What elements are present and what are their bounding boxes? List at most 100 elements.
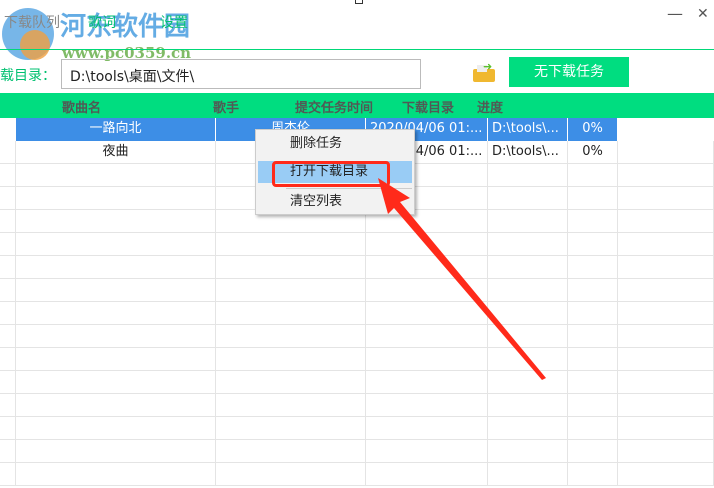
- table-cell-song: [16, 279, 216, 302]
- table-cell-singer: [216, 279, 366, 302]
- table-cell-singer: [216, 325, 366, 348]
- table-cell-singer: [216, 256, 366, 279]
- table-cell: [618, 164, 714, 187]
- table-cell-progress: [568, 440, 618, 463]
- table-cell: [0, 325, 16, 348]
- table-cell: [618, 302, 714, 325]
- table-cell: [0, 118, 16, 141]
- table-row[interactable]: [0, 256, 714, 279]
- table-cell-song: [16, 233, 216, 256]
- table-cell: [0, 279, 16, 302]
- table-cell-progress: [568, 394, 618, 417]
- table-cell: [618, 325, 714, 348]
- table-cell: [0, 256, 16, 279]
- table-row[interactable]: [0, 440, 714, 463]
- minimize-button[interactable]: —: [667, 4, 683, 23]
- table-cell: [618, 210, 714, 233]
- table-row[interactable]: [0, 371, 714, 394]
- table-cell-dir: [488, 440, 568, 463]
- table-cell-progress: [568, 463, 618, 486]
- table-cell: [618, 348, 714, 371]
- table-row[interactable]: [0, 417, 714, 440]
- table-row[interactable]: [0, 463, 714, 486]
- tab-download-queue[interactable]: 下载队列: [4, 12, 60, 32]
- table-cell-progress: 0%: [568, 141, 618, 164]
- table-cell: [618, 463, 714, 486]
- watermark-logo-accent: [20, 30, 50, 60]
- col-dir[interactable]: 下载目录: [402, 97, 454, 116]
- table-cell-singer: [216, 302, 366, 325]
- table-cell-song: [16, 210, 216, 233]
- table-cell-song: [16, 371, 216, 394]
- table-cell: [0, 440, 16, 463]
- table-cell: [0, 463, 16, 486]
- status-button[interactable]: 无下载任务: [509, 57, 629, 87]
- dir-input[interactable]: D:\tools\桌面\文件\: [61, 59, 421, 89]
- table-cell-progress: [568, 233, 618, 256]
- table-cell-progress: [568, 348, 618, 371]
- table-cell: [0, 141, 16, 164]
- table-cell-song: 一路向北: [16, 118, 216, 141]
- col-progress[interactable]: 进度: [477, 97, 503, 116]
- tab-lyrics[interactable]: 歌词: [88, 12, 116, 32]
- table-cell-song: [16, 187, 216, 210]
- table-cell: [0, 371, 16, 394]
- table-header: 歌曲名 歌手 提交任务时间 下载目录 进度: [0, 93, 714, 118]
- table-cell-progress: [568, 187, 618, 210]
- table-cell-dir: [488, 394, 568, 417]
- divider: [0, 49, 714, 50]
- table-cell-song: [16, 348, 216, 371]
- table-cell-dir: D:\tools\...: [488, 141, 568, 164]
- table-row[interactable]: [0, 302, 714, 325]
- table-row[interactable]: [0, 233, 714, 256]
- table-cell-progress: [568, 417, 618, 440]
- table-cell-progress: [568, 279, 618, 302]
- table-cell: [618, 371, 714, 394]
- table-cell: [618, 233, 714, 256]
- table-row[interactable]: [0, 325, 714, 348]
- tab-settings[interactable]: 设置: [160, 12, 188, 32]
- table-cell: [0, 187, 16, 210]
- table-cell-time: [366, 394, 488, 417]
- restore-icon[interactable]: [355, 0, 363, 4]
- col-time[interactable]: 提交任务时间: [295, 97, 373, 116]
- table-cell-progress: [568, 371, 618, 394]
- table-row[interactable]: [0, 394, 714, 417]
- menu-delete-task[interactable]: 删除任务: [258, 133, 412, 155]
- table-cell: [0, 233, 16, 256]
- table-cell-time: [366, 440, 488, 463]
- table-cell: [618, 187, 714, 210]
- arrow-annotation-icon: [378, 178, 546, 380]
- table-row[interactable]: [0, 348, 714, 371]
- table-cell: [0, 164, 16, 187]
- table-cell-singer: [216, 233, 366, 256]
- open-folder-icon[interactable]: ➜: [473, 60, 495, 82]
- col-song[interactable]: 歌曲名: [62, 97, 101, 116]
- table-cell-singer: [216, 371, 366, 394]
- table-cell: [618, 118, 714, 141]
- table-cell-song: [16, 164, 216, 187]
- table-cell: [0, 302, 16, 325]
- dir-label: 下载目录：: [0, 68, 56, 84]
- table-cell-progress: [568, 256, 618, 279]
- table-cell-song: 夜曲: [16, 141, 216, 164]
- table-cell-progress: [568, 210, 618, 233]
- table-cell-dir: [488, 463, 568, 486]
- table-cell-song: [16, 256, 216, 279]
- close-button[interactable]: ✕: [697, 6, 709, 22]
- table-cell: [0, 348, 16, 371]
- table-cell-singer: [216, 417, 366, 440]
- table-cell-dir: D:\tools\...: [488, 118, 568, 141]
- col-singer[interactable]: 歌手: [213, 97, 239, 116]
- table-cell: [618, 440, 714, 463]
- table-cell-singer: [216, 348, 366, 371]
- table-cell-time: [366, 417, 488, 440]
- table-cell-singer: [216, 463, 366, 486]
- table-row[interactable]: [0, 279, 714, 302]
- table-cell-song: [16, 325, 216, 348]
- table-cell-singer: [216, 440, 366, 463]
- table-cell-time: [366, 463, 488, 486]
- table-cell-singer: [216, 394, 366, 417]
- table-cell: [0, 394, 16, 417]
- table-cell-song: [16, 440, 216, 463]
